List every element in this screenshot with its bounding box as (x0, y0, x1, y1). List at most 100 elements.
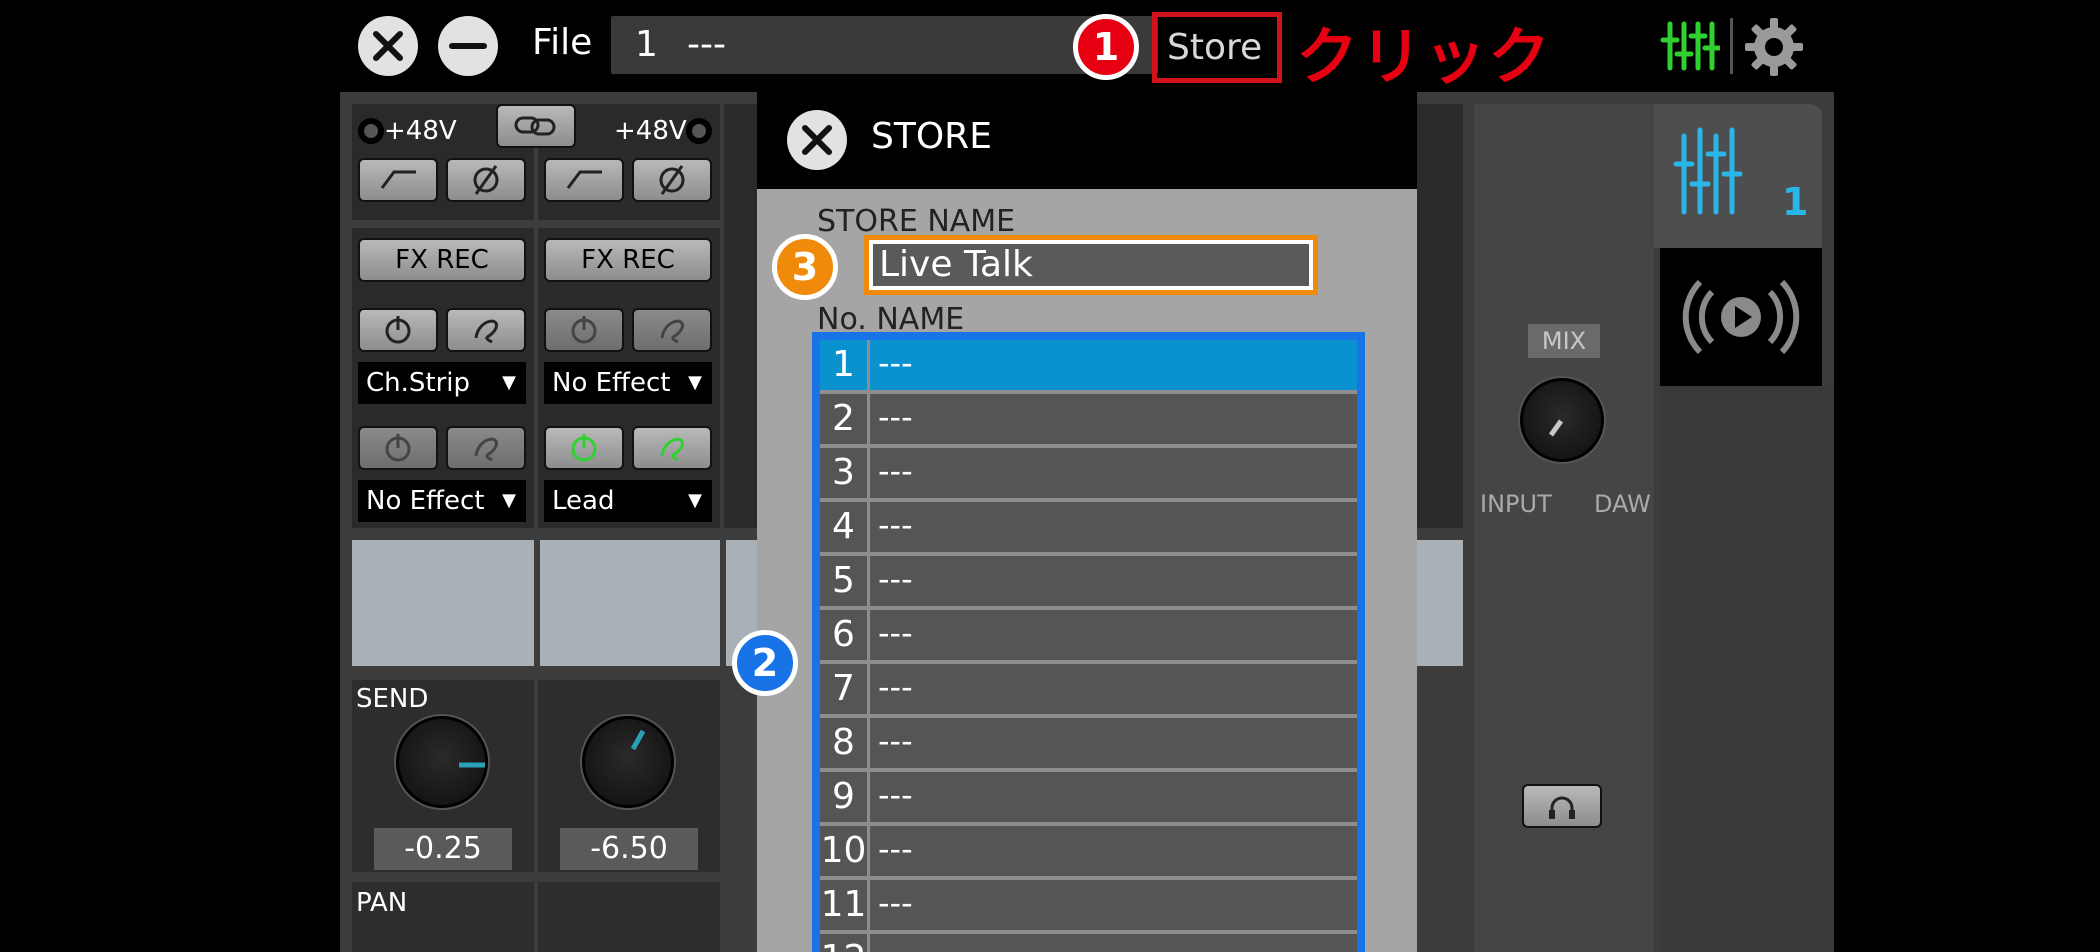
gear-icon[interactable] (1743, 16, 1805, 78)
phase-icon (473, 165, 499, 195)
row-name: --- (878, 398, 913, 436)
close-icon (373, 31, 403, 61)
ch2-effect2-value: Lead (552, 486, 615, 516)
ch2-phase-button[interactable] (632, 158, 712, 202)
knob-indicator (630, 729, 646, 751)
store-name-input[interactable]: Live Talk (873, 244, 1309, 286)
dropdown-arrow-icon: ▼ (502, 490, 516, 511)
ch1-hpf-button[interactable] (358, 158, 438, 202)
mixer-view-icon[interactable] (1660, 18, 1720, 74)
row-name: --- (878, 344, 913, 382)
list-row[interactable]: 6 --- (820, 610, 1357, 660)
row-name: --- (878, 884, 913, 922)
minimize-button[interactable] (438, 16, 498, 76)
row-name: --- (878, 560, 913, 598)
edit-icon (660, 437, 684, 462)
file-label: File (532, 22, 593, 63)
row-name: --- (878, 830, 913, 868)
knob-indicator (459, 762, 485, 768)
ch1-effect1-edit-button[interactable] (446, 308, 526, 352)
row-number: 1 (820, 340, 870, 390)
list-row[interactable]: 4 --- (820, 502, 1357, 552)
ch1-effect2-edit-button[interactable] (446, 426, 526, 470)
row-number: 5 (820, 556, 870, 606)
divider (1730, 18, 1733, 74)
ch2-effect1-power-button[interactable] (544, 308, 624, 352)
list-row[interactable]: 3 --- (820, 448, 1357, 498)
row-number: 12 (820, 934, 870, 952)
ch2-fx-rec-button[interactable]: FX REC (544, 238, 712, 282)
send-label: SEND (356, 684, 429, 714)
ch1-effect1-select[interactable]: Ch.Strip ▼ (358, 362, 526, 404)
headphone-button[interactable] (1522, 784, 1602, 828)
ch2-hpf-button[interactable] (544, 158, 624, 202)
step-2-badge: 2 (732, 630, 798, 696)
list-row[interactable]: 9 --- (820, 772, 1357, 822)
row-name: --- (878, 722, 913, 760)
list-row[interactable]: 2 --- (820, 394, 1357, 444)
row-name: --- (878, 776, 913, 814)
ch4-strip-edge (1417, 104, 1463, 528)
ch1-meter-area (352, 540, 534, 666)
power-icon (571, 316, 597, 344)
stream-tab[interactable] (1660, 248, 1822, 386)
ch2-effect1-edit-button[interactable] (632, 308, 712, 352)
row-number: 9 (820, 772, 870, 822)
ch1-effect2-value: No Effect (366, 486, 485, 516)
hpf-icon (380, 170, 416, 189)
mixer-sliders-icon (1673, 127, 1743, 215)
scene-number: 1 (1782, 180, 1809, 224)
row-number: 11 (820, 880, 870, 930)
mix-knob[interactable] (1520, 378, 1604, 462)
ch2-effect2-select[interactable]: Lead ▼ (544, 480, 712, 522)
dropdown-arrow-icon: ▼ (688, 490, 702, 511)
close-app-button[interactable] (358, 16, 418, 76)
row-number: 3 (820, 448, 870, 498)
file-number: 1 (635, 24, 658, 65)
row-number: 10 (820, 826, 870, 876)
store-name-label: STORE NAME (817, 204, 1016, 239)
store-dialog: STORE STORE NAME Live Talk No. NAME 1 ---… (757, 92, 1417, 952)
phantom-label-left: +48V (384, 116, 457, 146)
close-dialog-button[interactable] (787, 110, 847, 170)
ch1-send-knob[interactable] (396, 716, 488, 808)
row-name: --- (878, 668, 913, 706)
ch2-pan-strip (538, 882, 720, 952)
power-icon (385, 434, 411, 462)
row-name: --- (878, 452, 913, 490)
minimize-icon (449, 43, 487, 49)
row-number: 6 (820, 610, 870, 660)
list-row[interactable]: 12 (820, 934, 1357, 952)
list-row[interactable]: 10 --- (820, 826, 1357, 876)
ch1-fx-rec-button[interactable]: FX REC (358, 238, 526, 282)
ch1-effect2-select[interactable]: No Effect ▼ (358, 480, 526, 522)
list-row[interactable]: 8 --- (820, 718, 1357, 768)
list-row[interactable]: 1 --- (820, 340, 1357, 390)
list-row[interactable]: 7 --- (820, 664, 1357, 714)
ch2-effect1-select[interactable]: No Effect ▼ (544, 362, 712, 404)
row-number: 8 (820, 718, 870, 768)
row-name: --- (878, 614, 913, 652)
ch1-effect2-power-button[interactable] (358, 426, 438, 470)
row-name: --- (878, 506, 913, 544)
ch2-effect2-edit-button[interactable] (632, 426, 712, 470)
step-1-badge: 1 (1073, 14, 1139, 80)
list-row[interactable]: 11 --- (820, 880, 1357, 930)
edit-icon (660, 319, 684, 344)
mixer-tab[interactable]: 1 (1654, 104, 1822, 248)
knob-indicator (1548, 419, 1564, 437)
input-label: INPUT (1480, 490, 1552, 518)
row-number: 4 (820, 502, 870, 552)
ch1-effect1-power-button[interactable] (358, 308, 438, 352)
ch1-phase-button[interactable] (446, 158, 526, 202)
dropdown-arrow-icon: ▼ (688, 372, 702, 393)
ch1-effect1-value: Ch.Strip (366, 368, 471, 398)
phase-icon (659, 165, 685, 195)
pan-label: PAN (356, 888, 408, 918)
list-row[interactable]: 5 --- (820, 556, 1357, 606)
mix-label: MIX (1528, 324, 1600, 358)
link-button[interactable] (496, 104, 576, 148)
ch2-send-knob[interactable] (582, 716, 674, 808)
store-button[interactable]: Store (1152, 12, 1282, 83)
ch2-effect2-power-button[interactable] (544, 426, 624, 470)
